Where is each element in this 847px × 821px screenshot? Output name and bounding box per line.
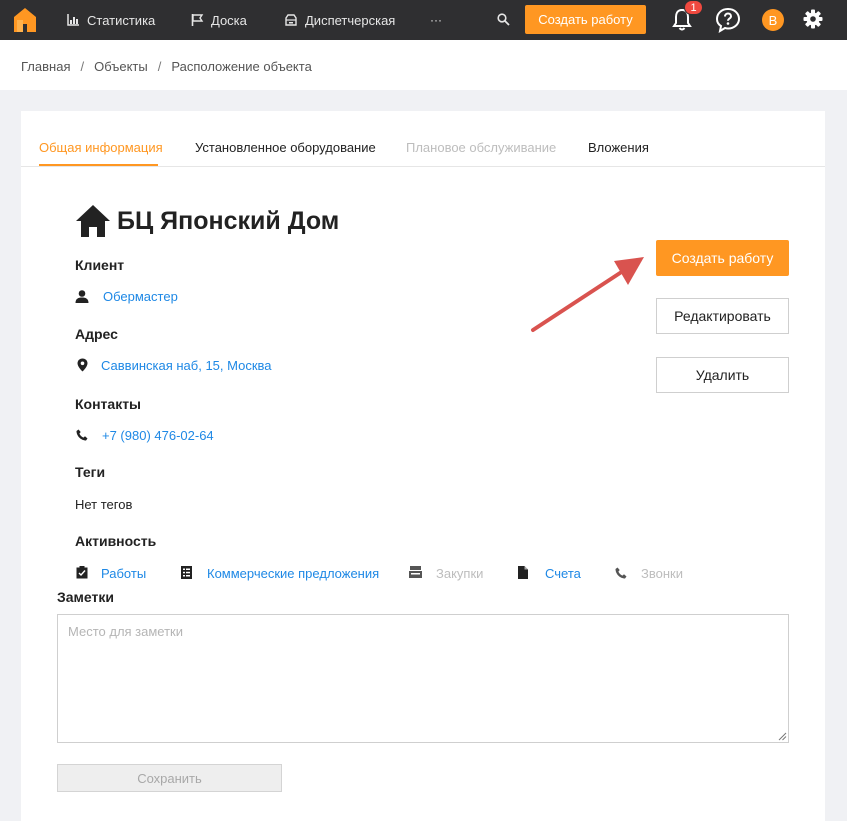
navbar-create-job-button[interactable]: Создать работу [525,5,646,34]
user-avatar[interactable]: В [762,9,784,31]
phone-link[interactable]: +7 (980) 476-02-64 [102,428,214,443]
navbar-create-job-label: Создать работу [538,12,633,27]
nav-statistics[interactable]: Статистика [67,0,155,40]
map-pin-icon [77,358,88,372]
notes-label: Заметки [57,589,114,605]
tab-attachments[interactable]: Вложения [588,140,649,155]
home-icon [76,205,110,237]
breadcrumb: Главная / Объекты / Расположение объекта [21,59,312,74]
edit-button[interactable]: Редактировать [656,298,789,334]
tab-installed-equipment[interactable]: Установленное оборудование [195,140,376,155]
address-label: Адрес [75,326,118,342]
active-tab-indicator [39,164,158,166]
tags-label: Теги [75,464,106,480]
save-notes-label: Сохранить [137,770,202,786]
activity-label: Активность [75,533,157,549]
checklist-icon [76,566,88,579]
tab-planned-maintenance[interactable]: Плановое обслуживание [406,140,556,155]
tab-bar [21,111,825,167]
activity-proposals-link[interactable]: Коммерческие предложения [207,566,379,581]
annotation-arrow [531,257,644,332]
cash-register-icon [409,566,422,578]
document-list-icon [181,566,192,579]
dispatch-icon [285,14,297,26]
activity-invoices-link[interactable]: Счета [545,566,581,581]
delete-label: Удалить [695,367,750,383]
object-title: БЦ Японский Дом [117,207,340,235]
tab-general-info[interactable]: Общая информация [39,140,163,155]
save-notes-button[interactable]: Сохранить [57,764,282,792]
search-icon[interactable] [497,13,510,26]
nav-dispatch[interactable]: Диспетчерская [284,0,395,40]
chat-help-icon[interactable] [715,7,741,33]
activity-calls-link[interactable]: Звонки [641,566,683,581]
nav-board[interactable]: Доска [191,0,247,40]
activity-jobs-link[interactable]: Работы [101,566,146,581]
chart-icon [67,14,79,26]
create-job-button[interactable]: Создать работу [656,240,789,276]
file-icon [518,566,528,579]
activity-purchases-link[interactable]: Закупки [436,566,483,581]
contacts-label: Контакты [75,396,142,412]
breadcrumb-current: Расположение объекта [171,59,312,74]
delete-button[interactable]: Удалить [656,357,789,393]
client-link[interactable]: Обермастер [103,289,178,304]
create-job-label: Создать работу [671,250,774,266]
nav-board-label: Доска [211,12,247,28]
nav-more-button[interactable]: ··· [430,0,442,40]
calls-phone-icon [615,567,627,579]
address-link[interactable]: Саввинская наб, 15, Москва [101,358,272,373]
phone-icon [76,429,88,441]
resize-grip-icon[interactable] [777,731,787,741]
user-icon [75,290,89,303]
nav-statistics-label: Статистика [87,12,156,28]
breadcrumb-separator: / [80,59,85,74]
nav-dispatch-label: Диспетчерская [305,12,396,28]
notification-badge: 1 [684,0,703,15]
breadcrumb-home[interactable]: Главная [21,59,70,74]
edit-label: Редактировать [674,308,771,324]
logo-icon[interactable] [11,6,39,34]
tags-value: Нет тегов [75,497,133,512]
more-icon: ··· [430,13,442,27]
board-icon [191,14,204,26]
breadcrumb-separator: / [157,59,162,74]
gear-icon[interactable] [803,9,823,29]
client-label: Клиент [75,257,125,273]
notes-textarea[interactable] [57,614,789,743]
breadcrumb-objects[interactable]: Объекты [94,59,148,74]
